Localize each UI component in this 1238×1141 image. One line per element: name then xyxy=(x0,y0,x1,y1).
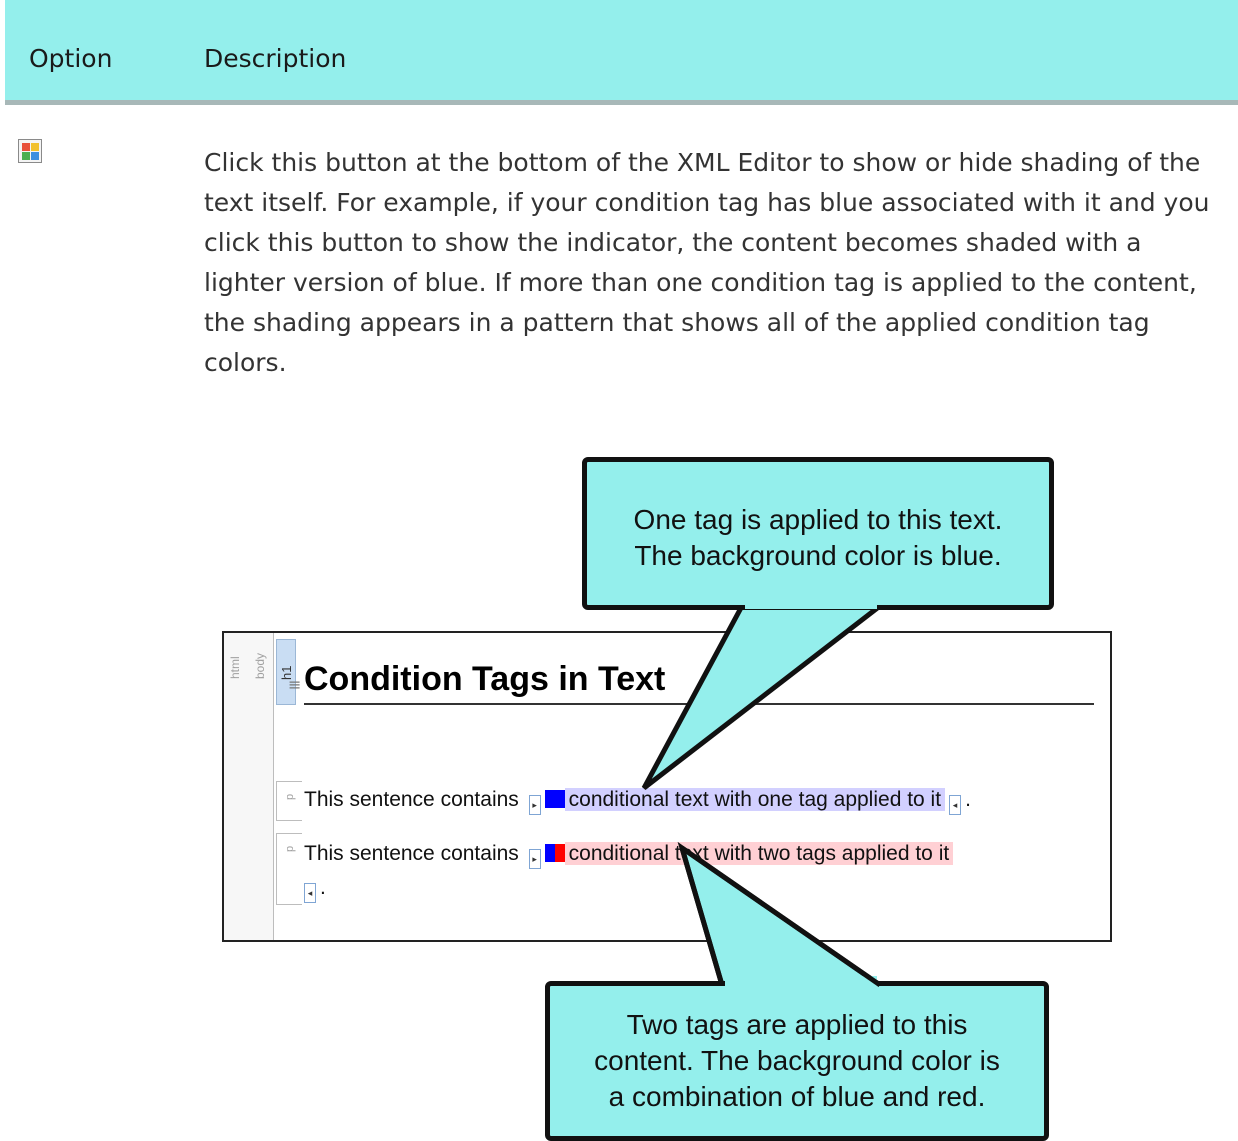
sentence-one: This sentence contains ▸ conditional text… xyxy=(304,788,971,815)
sentence-two: This sentence contains ▸ conditional text… xyxy=(304,842,954,869)
callout-one-tag: One tag is applied to this text. The bac… xyxy=(582,457,1054,610)
condition-tag-shading-icon[interactable] xyxy=(18,139,42,163)
p-structure-tag-1[interactable]: p xyxy=(276,781,302,821)
callout-two-tags: Two tags are applied to this content. Th… xyxy=(545,981,1049,1141)
sentence-two-prefix: This sentence contains xyxy=(304,842,519,865)
icon-square-blue xyxy=(31,152,39,160)
h1-structure-tag[interactable]: h1 xyxy=(276,639,296,705)
body-structure-bar: body xyxy=(248,633,274,940)
html-structure-bar: html xyxy=(224,633,249,940)
blue-tag-swatch xyxy=(544,790,565,808)
header-description: Description xyxy=(204,44,347,73)
editor-screenshot: html body h1 ≡ Condition Tags in Text p … xyxy=(222,631,1112,942)
conditional-text-two-tags: conditional text with two tags applied t… xyxy=(564,842,954,865)
figure-heading: Condition Tags in Text xyxy=(304,660,666,698)
icon-square-yellow xyxy=(31,143,39,151)
callout-one-line-1: One tag is applied to this text. xyxy=(633,504,1003,535)
table-header: Option Description xyxy=(5,0,1238,105)
body-bar-label: body xyxy=(253,652,267,679)
callout-one-line-2: The background color is blue. xyxy=(634,540,1002,571)
sentence-one-prefix: This sentence contains xyxy=(304,788,519,811)
condition-start-marker: ▸ xyxy=(528,795,541,815)
conditional-text-one-tag: conditional text with one tag applied to… xyxy=(564,788,946,811)
p-tag-label-1: p xyxy=(284,793,296,800)
header-option: Option xyxy=(29,44,113,73)
callout-two-line-1: Two tags are applied to this xyxy=(626,1009,968,1040)
heading-marker-icon: ≡ xyxy=(288,675,302,694)
sentence-one-period: . xyxy=(965,788,971,811)
condition-end-marker: ◂ xyxy=(304,883,316,903)
icon-square-red xyxy=(22,143,30,151)
heading-underline xyxy=(304,703,1094,705)
option-description: Click this button at the bottom of the X… xyxy=(204,148,1210,377)
sentence-two-period: . xyxy=(320,876,326,899)
sentence-two-end: ◂. xyxy=(304,876,326,903)
icon-square-green xyxy=(22,152,30,160)
condition-end-marker: ◂ xyxy=(949,795,962,815)
blue-red-tag-swatch xyxy=(544,844,565,862)
html-bar-label: html xyxy=(228,656,242,679)
callout-two-line-2: content. The background color is xyxy=(594,1045,1000,1076)
callout-two-line-3: a combination of blue and red. xyxy=(608,1081,986,1112)
p-structure-tag-2[interactable]: p xyxy=(276,833,302,905)
p-tag-label-2: p xyxy=(284,845,296,852)
condition-start-marker: ▸ xyxy=(528,849,541,869)
